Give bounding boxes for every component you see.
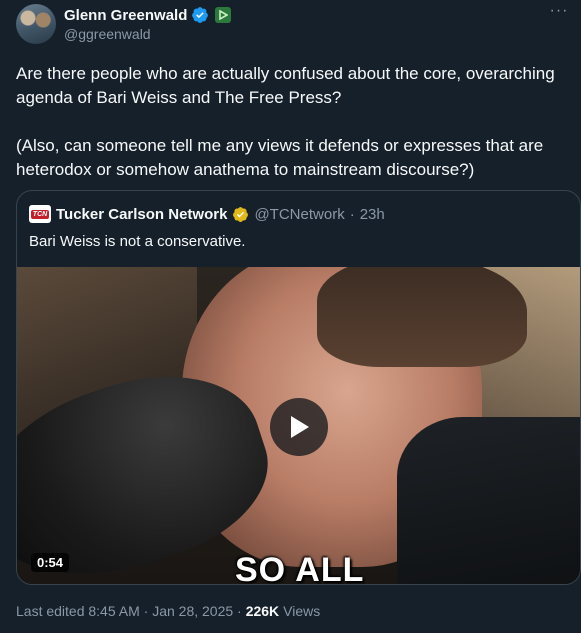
video-frame-hair bbox=[317, 267, 527, 367]
quoted-tweet[interactable]: TCN Tucker Carlson Network @TCNetwork · … bbox=[16, 190, 581, 585]
author-avatar[interactable] bbox=[16, 4, 56, 44]
more-options-icon[interactable]: ··· bbox=[549, 3, 569, 24]
separator-dot: · bbox=[349, 205, 355, 223]
play-button[interactable] bbox=[270, 398, 328, 456]
tcn-logo-icon[interactable]: TCN bbox=[29, 205, 51, 223]
quoted-tweet-header: TCN Tucker Carlson Network @TCNetwork · … bbox=[29, 205, 385, 223]
tweet-header: Glenn Greenwald @ggreenwald ··· bbox=[16, 3, 569, 44]
video-duration: 0:54 bbox=[31, 553, 70, 572]
quoted-tweet-time[interactable]: 23h bbox=[360, 206, 385, 223]
author-name-row: Glenn Greenwald bbox=[64, 6, 232, 24]
quoted-author-handle[interactable]: @TCNetwork bbox=[254, 206, 344, 223]
video-player[interactable]: 0:54 SO ALL bbox=[17, 267, 580, 585]
tweet-text: Are there people who are actually confus… bbox=[16, 64, 555, 179]
rumble-icon[interactable] bbox=[215, 7, 232, 23]
tcn-logo-text: TCN bbox=[30, 209, 50, 219]
gold-verified-badge-icon[interactable] bbox=[232, 206, 249, 223]
video-frame-jacket bbox=[397, 417, 580, 584]
edited-timestamp[interactable]: Last edited 8:45 AM · Jan 28, 2025 · bbox=[16, 603, 242, 619]
quoted-tweet-text: Bari Weiss is not a conservative. bbox=[29, 233, 246, 250]
play-icon bbox=[291, 416, 309, 438]
author-display-name[interactable]: Glenn Greenwald bbox=[64, 7, 187, 24]
views-count: 226K bbox=[245, 603, 280, 619]
author-handle[interactable]: @ggreenwald bbox=[64, 26, 151, 42]
tweet-meta: Last edited 8:45 AM · Jan 28, 2025 · 226… bbox=[16, 603, 320, 619]
verified-badge-icon[interactable] bbox=[191, 6, 209, 24]
quoted-author-name[interactable]: Tucker Carlson Network bbox=[56, 206, 227, 223]
video-caption: SO ALL bbox=[235, 551, 365, 585]
views-label: Views bbox=[283, 603, 321, 619]
